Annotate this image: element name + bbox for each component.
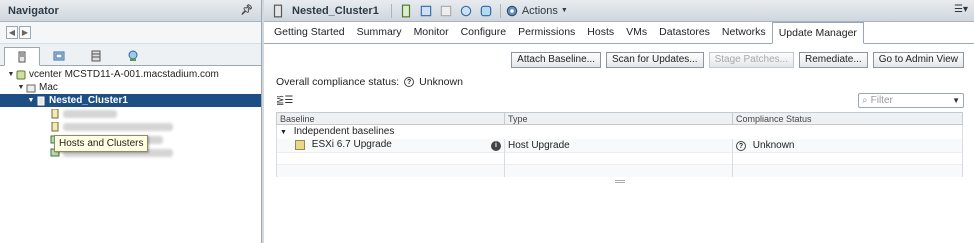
tab-update-manager[interactable]: Update Manager: [771, 22, 864, 44]
update-manager-content: Attach Baseline... Scan for Updates... S…: [264, 44, 974, 183]
toolbar-divider: [499, 3, 501, 18]
baseline-name: ESXi 6.7 Upgrade: [311, 139, 392, 151]
tab-getting-started[interactable]: Getting Started: [268, 22, 351, 43]
deploy-ovf-icon[interactable]: [439, 4, 453, 18]
tree-item-datacenter[interactable]: ▼ Mac: [0, 81, 261, 94]
expand-collapse-icon[interactable]: ⪠☰: [276, 95, 293, 106]
tab-monitor[interactable]: Monitor: [408, 22, 455, 43]
table-row: [276, 164, 963, 177]
navigator-header: Navigator 📌︎: [0, 0, 261, 22]
storage-tab[interactable]: [78, 47, 114, 65]
new-vm-icon[interactable]: [419, 4, 433, 18]
baseline-icon: [295, 139, 305, 150]
new-vapp-icon[interactable]: [479, 4, 493, 18]
actions-label: Actions: [521, 4, 558, 17]
baselines-table: Baseline Type Compliance Status ▼ Indepe…: [276, 112, 963, 177]
table-group-row[interactable]: ▼ Independent baselines: [276, 124, 963, 139]
navigator-title: Navigator: [8, 4, 59, 17]
info-icon[interactable]: i: [491, 141, 501, 152]
tree-label: Nested_Cluster1: [49, 95, 128, 106]
tab-summary[interactable]: Summary: [351, 22, 408, 43]
datacenter-icon: [26, 84, 36, 92]
tree-item-host[interactable]: [0, 120, 261, 133]
vcenter-icon: [16, 70, 26, 79]
tree-item-cluster[interactable]: ▼ Nested_Cluster1: [0, 94, 261, 107]
column-header-baseline[interactable]: Baseline: [276, 112, 505, 125]
tab-datastores[interactable]: Datastores: [653, 22, 716, 43]
expand-arrow-icon[interactable]: ▼: [280, 129, 287, 136]
attach-baseline-button[interactable]: Attach Baseline...: [511, 52, 601, 68]
action-buttons: Attach Baseline... Scan for Updates... S…: [276, 52, 964, 68]
tree-label: Mac: [39, 82, 58, 93]
filter-input[interactable]: ⌕ Filter ▼: [858, 92, 964, 108]
redacted-label: [63, 122, 173, 131]
tab-configure[interactable]: Configure: [455, 22, 513, 43]
baseline-type: Host Upgrade: [504, 138, 733, 153]
remediate-button[interactable]: Remediate...: [798, 52, 868, 68]
storage-icon: [91, 50, 101, 62]
tab-hosts[interactable]: Hosts: [581, 22, 620, 43]
column-header-compliance[interactable]: Compliance Status: [732, 112, 963, 125]
history-bar: ◀ ▶: [0, 22, 261, 44]
unknown-icon: ?: [736, 141, 746, 151]
toolbar-divider: [390, 3, 392, 18]
search-icon: ⌕: [862, 94, 868, 106]
cluster-icon: [273, 4, 283, 17]
menu-icon[interactable]: ☰▾: [954, 4, 968, 15]
chevron-down-icon: ▼: [560, 7, 568, 14]
main-panel: Nested_Cluster1 Actions ▼ ☰▾ Getting Sta…: [264, 0, 974, 243]
forward-button[interactable]: ▶: [19, 26, 31, 39]
vms-templates-icon: [53, 51, 65, 61]
group-label: Independent baselines: [293, 126, 395, 138]
actions-menu[interactable]: Actions ▼: [505, 4, 568, 18]
chevron-down-icon[interactable]: ▼: [952, 96, 960, 105]
host-warning-icon: [51, 121, 59, 131]
compliance-value: Unknown: [419, 76, 463, 88]
tree-item-vcenter[interactable]: ▼ vcenter MCSTD11-A-001.macstadium.com: [0, 68, 261, 81]
tab-vms[interactable]: VMs: [620, 22, 653, 43]
filter-placeholder: Filter: [870, 94, 893, 106]
networking-icon: [128, 50, 138, 61]
expand-arrow-icon[interactable]: ▼: [26, 97, 36, 104]
expand-arrow-icon[interactable]: ▼: [6, 71, 16, 78]
redacted-label: [63, 109, 117, 118]
tab-permissions[interactable]: Permissions: [512, 22, 581, 43]
column-header-type[interactable]: Type: [504, 112, 733, 125]
unknown-icon: ?: [404, 77, 415, 87]
host-warning-icon: [51, 108, 59, 118]
vms-templates-tab[interactable]: [41, 47, 77, 65]
tree-item-host[interactable]: [0, 107, 261, 120]
tab-networks[interactable]: Networks: [716, 22, 772, 43]
cluster-icon: [37, 96, 45, 105]
pin-icon[interactable]: 📌︎: [240, 5, 253, 16]
scan-updates-button[interactable]: Scan for Updates...: [605, 52, 704, 68]
table-toolbar: ⪠☰ ⌕ Filter ▼: [276, 92, 964, 108]
admin-view-button[interactable]: Go to Admin View: [872, 52, 964, 68]
new-resource-pool-icon[interactable]: [459, 4, 473, 18]
networking-tab[interactable]: [115, 47, 151, 65]
table-row: [276, 152, 963, 165]
add-host-icon[interactable]: [399, 4, 413, 18]
navigator-tabs: [0, 44, 261, 66]
resize-handle[interactable]: [615, 179, 625, 183]
baseline-status: Unknown: [752, 139, 795, 151]
back-button[interactable]: ◀: [6, 26, 18, 39]
table-row[interactable]: ESXi 6.7 Upgrade i Host Upgrade ? Unknow…: [276, 138, 963, 153]
gear-icon: [506, 5, 518, 16]
navigator-panel: Navigator 📌︎ ◀ ▶ ▼ vcenter MCSTD11-A-001…: [0, 0, 262, 243]
tooltip: Hosts and Clusters: [54, 135, 149, 152]
hosts-clusters-icon: [18, 51, 26, 62]
tree-label: vcenter MCSTD11-A-001.macstadium.com: [29, 69, 219, 80]
hosts-clusters-tab[interactable]: [4, 47, 40, 66]
compliance-label: Overall compliance status:: [276, 76, 400, 88]
object-toolbar: Nested_Cluster1 Actions ▼ ☰▾: [264, 0, 974, 22]
tab-strip: Getting Started Summary Monitor Configur…: [264, 22, 974, 44]
inventory-tree: ▼ vcenter MCSTD11-A-001.macstadium.com ▼…: [0, 66, 261, 159]
object-title: Nested_Cluster1: [292, 4, 379, 17]
compliance-status: Overall compliance status: ? Unknown: [276, 76, 964, 88]
expand-arrow-icon[interactable]: ▼: [16, 84, 26, 91]
stage-patches-button[interactable]: Stage Patches...: [708, 52, 794, 68]
